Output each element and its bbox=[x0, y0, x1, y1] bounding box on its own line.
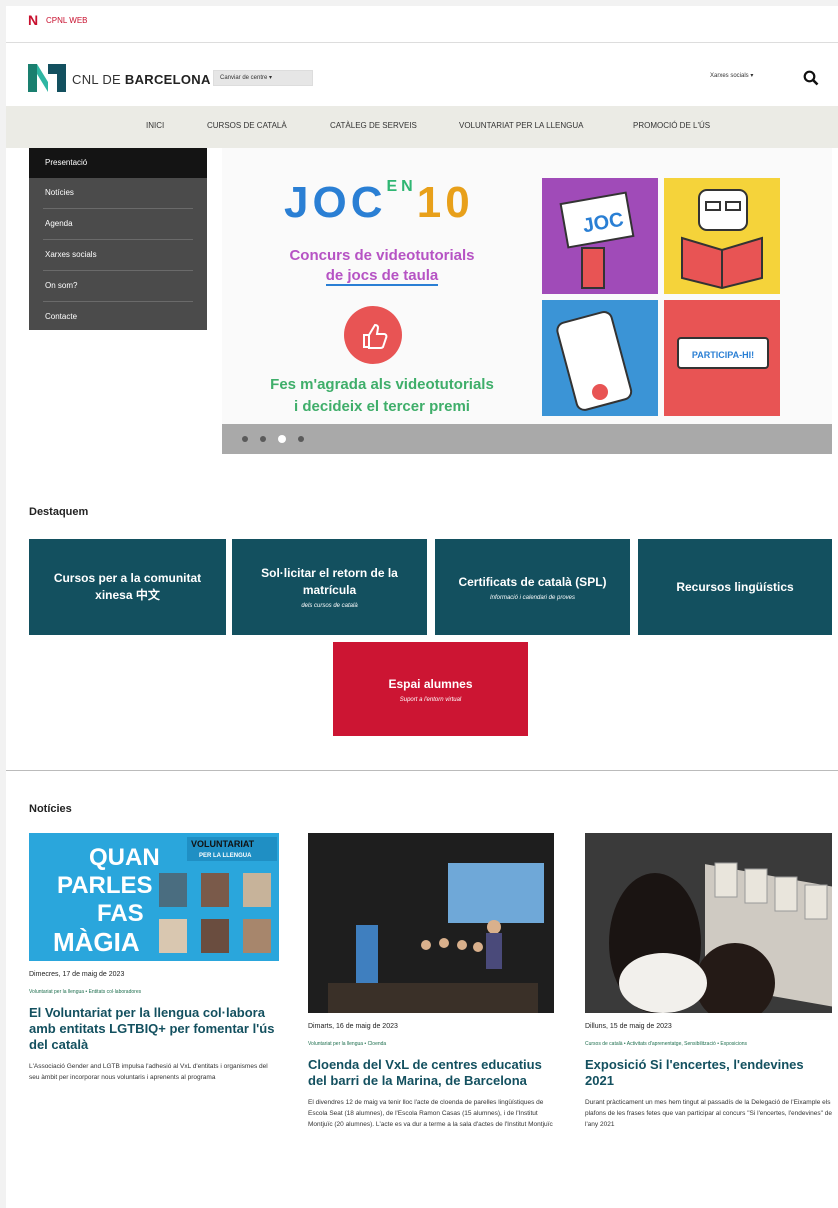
news-image-text-3: FAS bbox=[97, 900, 144, 927]
news-body: Durant pràcticament un mes hem tingut al… bbox=[585, 1099, 833, 1128]
side-menu-item-noticies[interactable]: Notícies bbox=[43, 178, 193, 209]
card-cursos-xinesa[interactable]: Cursos per a la comunitat xinesa 中文 bbox=[29, 539, 226, 635]
slider-dot[interactable] bbox=[298, 436, 304, 442]
news-title[interactable]: Cloenda del VxL de centres educatius del… bbox=[308, 1057, 554, 1089]
thumbs-up-icon bbox=[344, 306, 402, 364]
slide-subtitle-line2: de jocs de taula bbox=[325, 267, 439, 286]
news-date: Dimarts, 16 de maig de 2023 bbox=[308, 1023, 398, 1030]
news-image-badge-1: VOLUNTARIAT bbox=[191, 839, 255, 849]
news-tags[interactable]: Voluntariat per la llengua • Cloenda bbox=[308, 1040, 554, 1049]
brand-prefix: CNL DE bbox=[72, 72, 125, 87]
chevron-down-icon: ▾ bbox=[750, 73, 754, 79]
news-image-text-1: QUAN bbox=[89, 844, 160, 871]
page: N CPNL WEB CNL DE BARCELONA Canviar de c… bbox=[6, 6, 838, 1208]
side-menu-item-on-som[interactable]: On som? bbox=[43, 271, 193, 302]
card-title: Certificats de català (SPL) bbox=[458, 574, 607, 589]
slide-tile-phone bbox=[542, 300, 658, 416]
nav-item-cursos[interactable]: CURSOS DE CATALÀ bbox=[207, 121, 287, 130]
noticies-title: Notícies bbox=[29, 803, 72, 815]
card-subtitle: dels cursos de català bbox=[301, 603, 358, 609]
card-title: Sol·licitar el retorn de la matrícula bbox=[261, 566, 398, 597]
news-image[interactable] bbox=[585, 833, 832, 1013]
hero-slider[interactable]: JOCEN10 Concurs de videotutorials de joc… bbox=[222, 148, 832, 454]
card-retorn-matricula[interactable]: Sol·licitar el retorn de la matrícula de… bbox=[232, 539, 427, 635]
side-menu-item-contacte[interactable]: Contacte bbox=[43, 302, 193, 332]
slider-pagination bbox=[222, 424, 832, 454]
news-title[interactable]: El Voluntariat per la llengua col·labora… bbox=[29, 1005, 279, 1053]
change-center-label: Canviar de centre bbox=[220, 75, 268, 81]
slide-tile-joc-sign: JOC bbox=[542, 178, 658, 294]
news-title[interactable]: Exposició Si l'encertes, l'endevines 202… bbox=[585, 1057, 832, 1089]
slide-tile-reader bbox=[664, 178, 780, 294]
tile-participa-text: PARTICIPA-HI! bbox=[692, 350, 754, 360]
slide-cta-line1: Fes m'agrada als videotutorials bbox=[270, 376, 494, 393]
news-image-text-4: MÀGIA bbox=[53, 927, 140, 957]
site-header: CNL DE BARCELONA Canviar de centre ▾ Xar… bbox=[6, 42, 838, 112]
cpnl-logo-icon[interactable]: N bbox=[28, 12, 38, 28]
news-body: El divendres 12 de maig va tenir lloc l'… bbox=[308, 1099, 553, 1128]
brand-city: BARCELONA bbox=[124, 72, 211, 87]
news-item: QUAN PARLES FAS MÀGIA VOLUNTARIAT PER LA… bbox=[29, 833, 279, 1083]
change-center-select[interactable]: Canviar de centre ▾ bbox=[213, 70, 313, 86]
slide-tile-participa: PARTICIPA-HI! bbox=[664, 300, 780, 416]
side-menu-item-xarxes[interactable]: Xarxes socials bbox=[43, 240, 193, 271]
slide-title-10: 10 bbox=[416, 178, 474, 227]
nav-item-cataleg[interactable]: CATÀLEG DE SERVEIS bbox=[330, 121, 417, 130]
news-body: L'Associació Gender and LGTB impulsa l'a… bbox=[29, 1063, 268, 1081]
slide-cta-line2: i decideix el tercer premi bbox=[294, 398, 470, 415]
news-image[interactable] bbox=[308, 833, 554, 1013]
nav-item-voluntariat[interactable]: VOLUNTARIAT PER LA LLENGUA bbox=[459, 121, 583, 130]
cnl-logo-icon[interactable] bbox=[28, 64, 66, 92]
card-espai-alumnes[interactable]: Espai alumnes Suport a l'entorn virtual bbox=[333, 642, 528, 736]
site-brand-name[interactable]: CNL DE BARCELONA bbox=[72, 72, 211, 87]
news-image-badge-2: PER LA LLENGUA bbox=[199, 853, 252, 859]
news-image[interactable]: QUAN PARLES FAS MÀGIA VOLUNTARIAT PER LA… bbox=[29, 833, 279, 961]
news-tags[interactable]: Cursos de català • Activitats d'aprenent… bbox=[585, 1040, 832, 1049]
side-menu: Presentació Notícies Agenda Xarxes socia… bbox=[29, 148, 207, 330]
slider-dot[interactable] bbox=[242, 436, 248, 442]
side-menu-item-agenda[interactable]: Agenda bbox=[43, 209, 193, 240]
news-tags[interactable]: Voluntariat per la llengua • Entitats co… bbox=[29, 988, 279, 997]
social-networks-label: Xarxes socials bbox=[710, 73, 749, 79]
card-title: Espai alumnes bbox=[388, 676, 473, 691]
news-date: Dilluns, 15 de maig de 2023 bbox=[585, 1023, 672, 1030]
news-date: Dimecres, 17 de maig de 2023 bbox=[29, 971, 125, 978]
main-nav: INICI CURSOS DE CATALÀ CATÀLEG DE SERVEI… bbox=[6, 106, 838, 148]
search-icon[interactable] bbox=[803, 70, 819, 86]
card-title: Recursos lingüístics bbox=[676, 579, 794, 594]
card-certificats[interactable]: Certificats de català (SPL) Informació i… bbox=[435, 539, 630, 635]
section-divider bbox=[6, 770, 838, 771]
destaquem-title: Destaquem bbox=[29, 506, 89, 518]
card-subtitle: Suport a l'entorn virtual bbox=[399, 696, 462, 703]
slide-title: JOCEN10 bbox=[284, 178, 474, 228]
slide-subtitle: Concurs de videotutorials de jocs de tau… bbox=[262, 246, 502, 286]
news-item: Dimarts, 16 de maig de 2023 Voluntariat … bbox=[308, 833, 554, 1130]
slider-dot[interactable] bbox=[260, 436, 266, 442]
card-title: Cursos per a la comunitat xinesa 中文 bbox=[53, 571, 202, 602]
cpnl-web-link[interactable]: CPNL WEB bbox=[46, 16, 88, 25]
social-networks-select[interactable]: Xarxes socials ▾ bbox=[710, 72, 753, 79]
slide-title-en: EN bbox=[386, 178, 417, 195]
slide-title-joc: JOC bbox=[284, 178, 387, 227]
nav-item-inici[interactable]: INICI bbox=[146, 121, 164, 130]
card-subtitle: Informació i calendari de proves bbox=[489, 594, 576, 601]
news-item: Dilluns, 15 de maig de 2023 Cursos de ca… bbox=[585, 833, 832, 1130]
chevron-down-icon: ▾ bbox=[269, 75, 273, 81]
news-image-text-2: PARLES bbox=[57, 872, 153, 899]
slide-subtitle-line1: Concurs de videotutorials bbox=[289, 247, 475, 264]
side-menu-item-presentacio[interactable]: Presentació bbox=[29, 148, 207, 178]
slide-cta: Fes m'agrada als videotutorials i decide… bbox=[242, 374, 522, 418]
slider-dot-active[interactable] bbox=[278, 435, 286, 443]
top-bar: N CPNL WEB bbox=[6, 6, 838, 43]
nav-item-promocio[interactable]: PROMOCIÓ DE L'ÚS bbox=[633, 121, 710, 130]
card-recursos-linguistics[interactable]: Recursos lingüístics bbox=[638, 539, 832, 635]
